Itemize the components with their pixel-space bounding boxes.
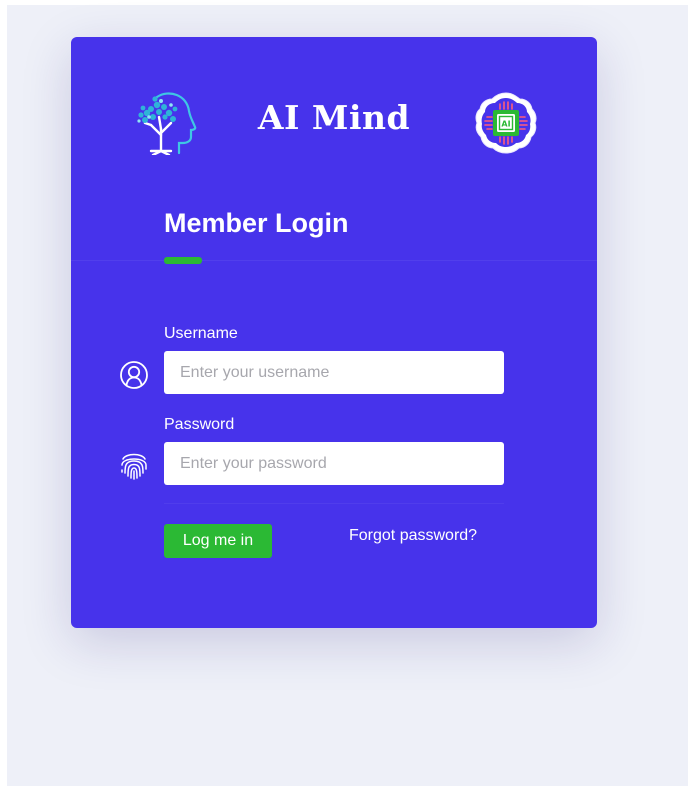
password-label: Password [164,416,235,433]
password-input[interactable] [164,442,504,485]
username-input[interactable] [164,351,504,394]
form-divider [164,503,504,504]
fingerprint-icon [121,453,147,480]
page-title: Member Login [164,208,349,238]
brand-header: AI Mind AI [71,37,597,207]
login-button[interactable]: Log me in [164,524,272,558]
forgot-password-link[interactable]: Forgot password? [349,526,477,546]
tree-head-icon [137,92,197,155]
title-underline [164,257,202,264]
brand-title: AI Mind [257,98,411,137]
username-label: Username [164,325,238,342]
login-card: AI Mind AI Member Login Username Passwor… [71,37,597,628]
svg-text:AI: AI [501,120,510,129]
user-icon [120,361,148,389]
header-divider [71,260,597,261]
ai-chip-brain-icon: AI [475,92,537,154]
